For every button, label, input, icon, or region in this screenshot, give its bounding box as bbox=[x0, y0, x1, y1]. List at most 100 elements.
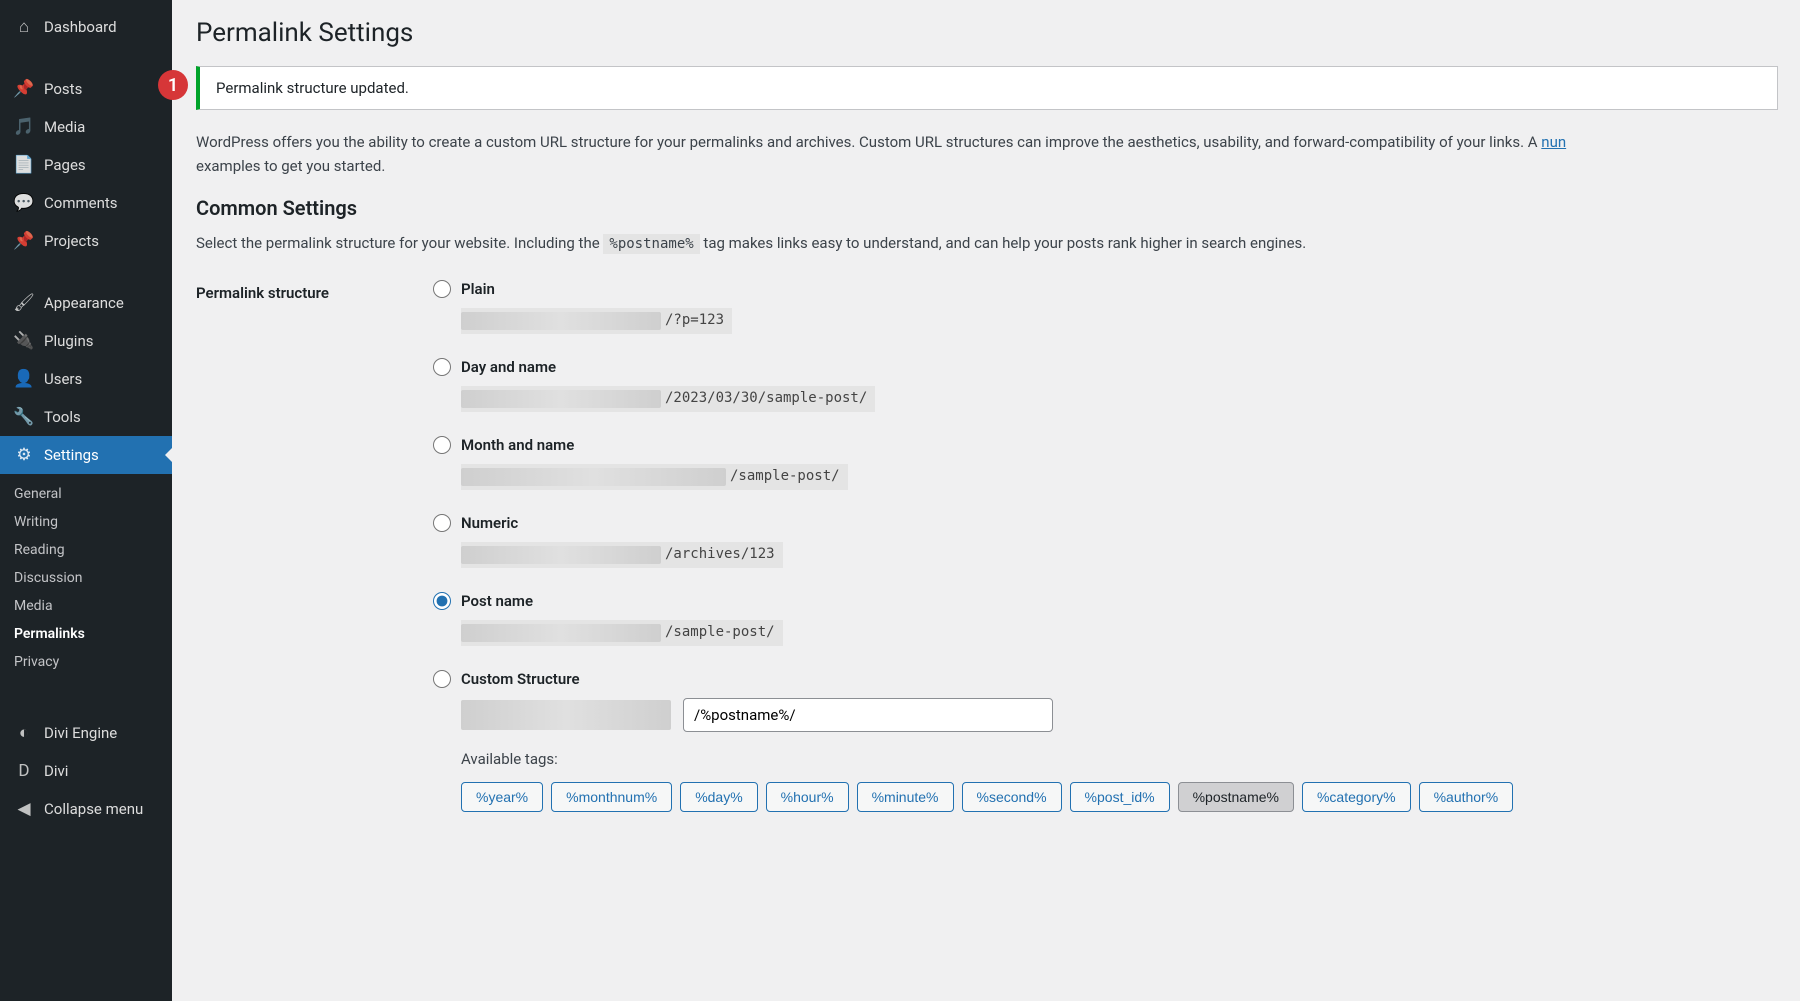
radio-numeric[interactable]: Numeric bbox=[433, 514, 1778, 532]
tag-post-id[interactable]: %post_id% bbox=[1070, 782, 1170, 812]
sidebar-item-label: Comments bbox=[44, 194, 118, 212]
user-icon: 👤 bbox=[14, 369, 34, 389]
page-title: Permalink Settings bbox=[196, 18, 1778, 48]
option-month-name: Month and name /sample-post/ bbox=[433, 436, 1778, 490]
option-custom: Custom Structure Available tags: %year% … bbox=[433, 670, 1778, 812]
menu-separator bbox=[0, 52, 172, 64]
submenu-item-writing[interactable]: Writing bbox=[0, 508, 172, 536]
blurred-domain bbox=[461, 700, 671, 730]
radio-plain[interactable]: Plain bbox=[433, 280, 1778, 298]
option-label: Day and name bbox=[461, 358, 556, 376]
intro-text-b: examples to get you started. bbox=[196, 157, 385, 175]
comment-icon: 💬 bbox=[14, 193, 34, 213]
menu-separator bbox=[0, 696, 172, 708]
tag-author[interactable]: %author% bbox=[1419, 782, 1514, 812]
sidebar-item-label: Dashboard bbox=[44, 18, 117, 36]
tag-minute[interactable]: %minute% bbox=[857, 782, 954, 812]
media-icon: 🎵 bbox=[14, 117, 34, 137]
row-label: Permalink structure bbox=[196, 280, 433, 816]
sidebar-item-label: Settings bbox=[44, 446, 99, 464]
page-icon: 📄 bbox=[14, 155, 34, 175]
sidebar-item-pages[interactable]: 📄 Pages bbox=[0, 146, 172, 184]
sample-path: /sample-post/ bbox=[665, 624, 775, 642]
submenu-item-permalinks[interactable]: Permalinks bbox=[0, 620, 172, 648]
custom-structure-input[interactable] bbox=[683, 698, 1053, 732]
tag-category[interactable]: %category% bbox=[1302, 782, 1411, 812]
radio-input-month-name[interactable] bbox=[433, 436, 451, 454]
available-tags: %year% %monthnum% %day% %hour% %minute% … bbox=[461, 782, 1778, 812]
annotation-badge: 1 bbox=[158, 70, 188, 100]
common-settings-heading: Common Settings bbox=[196, 196, 1778, 220]
sample-path: /?p=123 bbox=[665, 312, 724, 330]
option-post-name: Post name /sample-post/ bbox=[433, 592, 1778, 646]
sample-path: /archives/123 bbox=[665, 546, 775, 564]
blurred-domain bbox=[461, 312, 661, 330]
sidebar-item-label: Tools bbox=[44, 408, 81, 426]
plugin-icon: 🔌 bbox=[14, 331, 34, 351]
sidebar-item-comments[interactable]: 💬 Comments bbox=[0, 184, 172, 222]
sidebar-item-settings[interactable]: ⚙ Settings bbox=[0, 436, 172, 474]
tag-monthnum[interactable]: %monthnum% bbox=[551, 782, 672, 812]
gear-icon: ⚙ bbox=[14, 445, 34, 465]
intro-paragraph: WordPress offers you the ability to crea… bbox=[196, 130, 1778, 178]
submenu-item-reading[interactable]: Reading bbox=[0, 536, 172, 564]
sample-numeric: /archives/123 bbox=[461, 542, 783, 568]
blurred-domain bbox=[461, 546, 661, 564]
radio-input-post-name[interactable] bbox=[433, 592, 451, 610]
common-settings-desc: Select the permalink structure for your … bbox=[196, 234, 1778, 252]
radio-input-numeric[interactable] bbox=[433, 514, 451, 532]
sidebar-item-label: Collapse menu bbox=[44, 800, 143, 818]
main-content: Permalink Settings Permalink structure u… bbox=[172, 0, 1800, 1001]
sidebar-item-divi[interactable]: D Divi bbox=[0, 752, 172, 790]
sidebar-item-dashboard[interactable]: ⌂ Dashboard bbox=[0, 8, 172, 46]
submenu-item-discussion[interactable]: Discussion bbox=[0, 564, 172, 592]
sidebar-item-users[interactable]: 👤 Users bbox=[0, 360, 172, 398]
sidebar-item-label: Pages bbox=[44, 156, 86, 174]
dashboard-icon: ⌂ bbox=[14, 17, 34, 37]
radio-day-name[interactable]: Day and name bbox=[433, 358, 1778, 376]
sidebar-item-media[interactable]: 🎵 Media bbox=[0, 108, 172, 146]
intro-link[interactable]: nun bbox=[1541, 133, 1566, 151]
option-plain: Plain /?p=123 bbox=[433, 280, 1778, 334]
desc-tag: %postname% bbox=[603, 234, 699, 254]
sidebar-item-projects[interactable]: 📌 Projects bbox=[0, 222, 172, 260]
sidebar-item-label: Plugins bbox=[44, 332, 93, 350]
permalink-structure-row: Permalink structure Plain /?p=123 bbox=[196, 280, 1778, 816]
sidebar-item-divi-engine[interactable]: ◐ Divi Engine bbox=[0, 714, 172, 752]
option-label: Custom Structure bbox=[461, 670, 580, 688]
submenu-item-media[interactable]: Media bbox=[0, 592, 172, 620]
sidebar-item-collapse[interactable]: ◀ Collapse menu bbox=[0, 790, 172, 828]
sidebar-item-tools[interactable]: 🔧 Tools bbox=[0, 398, 172, 436]
sample-post-name: /sample-post/ bbox=[461, 620, 783, 646]
sidebar-item-posts[interactable]: 📌 Posts bbox=[0, 70, 172, 108]
radio-custom[interactable]: Custom Structure bbox=[433, 670, 1778, 688]
intro-text-a: WordPress offers you the ability to crea… bbox=[196, 133, 1541, 151]
submenu-item-general[interactable]: General bbox=[0, 480, 172, 508]
sample-month-name: /sample-post/ bbox=[461, 464, 848, 490]
radio-post-name[interactable]: Post name bbox=[433, 592, 1778, 610]
option-label: Numeric bbox=[461, 514, 518, 532]
tag-second[interactable]: %second% bbox=[962, 782, 1062, 812]
option-label: Month and name bbox=[461, 436, 574, 454]
wrench-icon: 🔧 bbox=[14, 407, 34, 427]
sidebar-item-label: Posts bbox=[44, 80, 82, 98]
success-notice: Permalink structure updated. bbox=[196, 66, 1778, 110]
sample-path: /sample-post/ bbox=[730, 468, 840, 486]
submenu-item-privacy[interactable]: Privacy bbox=[0, 648, 172, 676]
radio-month-name[interactable]: Month and name bbox=[433, 436, 1778, 454]
desc-text-a: Select the permalink structure for your … bbox=[196, 234, 603, 252]
collapse-icon: ◀ bbox=[14, 799, 34, 819]
sidebar-item-label: Divi Engine bbox=[44, 724, 117, 742]
permalink-options: Plain /?p=123 Day and name /202 bbox=[433, 280, 1778, 816]
radio-input-custom[interactable] bbox=[433, 670, 451, 688]
sidebar-item-appearance[interactable]: 🖌 Appearance bbox=[0, 284, 172, 322]
radio-input-plain[interactable] bbox=[433, 280, 451, 298]
tag-year[interactable]: %year% bbox=[461, 782, 543, 812]
tag-hour[interactable]: %hour% bbox=[766, 782, 849, 812]
sample-path: /2023/03/30/sample-post/ bbox=[665, 390, 867, 408]
sidebar-item-plugins[interactable]: 🔌 Plugins bbox=[0, 322, 172, 360]
tag-day[interactable]: %day% bbox=[680, 782, 757, 812]
tag-postname[interactable]: %postname% bbox=[1178, 782, 1294, 812]
custom-structure-row bbox=[461, 698, 1778, 732]
radio-input-day-name[interactable] bbox=[433, 358, 451, 376]
